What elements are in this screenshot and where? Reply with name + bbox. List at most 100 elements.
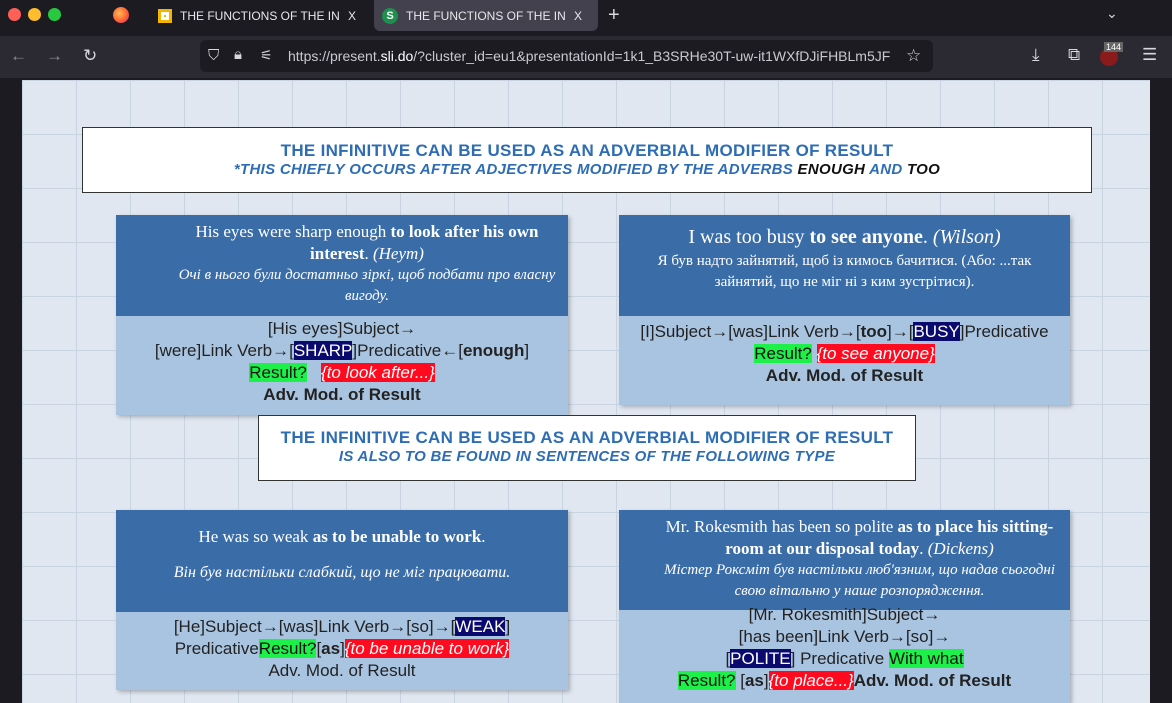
card-1-sentence: His eyes were sharp enough to look after… [116,215,568,316]
header-2-line-2: IS ALSO TO BE FOUND IN SENTENCES OF THE … [338,448,836,465]
downloads-icon[interactable]: ⤓ [1032,46,1040,63]
ukrainian-translation: Він був настільки слабкий, що не міг пра… [173,564,511,581]
minimize-window-button[interactable] [28,8,41,21]
adverb-word: too [860,322,887,341]
example-card-2: I was too busy to see anyone. (Wilson) Я… [619,215,1070,405]
url-domain: sli.do [380,48,414,64]
analysis-line: [His eyes]Subject→ [267,319,417,338]
slides-favicon-icon [158,8,172,23]
bookmark-star-icon[interactable]: ☆ [906,47,922,64]
keyword-too: TOO [906,161,941,178]
analysis-text: ]Predicative [959,322,1049,341]
forward-arrow-icon[interactable]: → [46,47,63,64]
analysis-text: ]Predicative←[ [352,341,463,360]
tab-bar: THE FUNCTIONS OF THE INFINI X S THE FUNC… [0,0,1172,32]
sentence-text: His eyes were sharp enough [195,222,391,241]
header-2-line-1: THE INFINITIVE CAN BE USED AS AN ADVERBI… [280,428,894,447]
sentence-text: Mr. Rokesmith has been so polite [665,517,898,536]
maximize-window-button[interactable] [48,8,61,21]
author: (Dickens) [927,539,994,558]
card-3-analysis: [He]Subject→[was]Link Verb→[so]→[WEAK] P… [116,612,568,684]
tab-title: THE FUNCTIONS OF THE INFINI [406,8,566,23]
sentence-text: . [919,539,928,558]
infinitive-phrase: {to see anyone} [816,344,935,363]
sentence-bold: to see anyone [809,226,923,248]
url-path: /?cluster_id=eu1&presentationId=1k1_B3SR… [413,48,891,64]
address-bar[interactable]: ⛉ 🔒︎ ⚟ https://present. sli.do/?cluster_i… [200,40,933,72]
keyword-enough: ENOUGH [797,161,866,178]
analysis-text: [ [735,671,745,690]
analysis-text: ] [524,341,530,360]
card-1-analysis: [His eyes]Subject→ [were]Link Verb→[SHAR… [116,316,568,408]
result-question: Result? [249,363,307,382]
analysis-text: [were]Link Verb→[ [154,341,294,360]
header-box-2: THE INFINITIVE CAN BE USED AS AN ADVERBI… [258,415,916,481]
header-1-line-2: *THIS CHIEFLY OCCURS AFTER ADJECTIVES MO… [233,161,798,178]
card-2-sentence: I was too busy to see anyone. (Wilson) Я… [619,215,1070,316]
function-label: Adv. Mod. of Result [853,671,1012,690]
nav-toolbar: ← → ↻ ⛉ 🔒︎ ⚟ https://present. sli.do/?clu… [0,36,1172,78]
card-4-analysis: [Mr. Rokesmith]Subject→ [has been]Link V… [619,602,1070,694]
sentence-text: . [481,527,486,546]
analysis-text: ]→[ [887,322,914,341]
predicative-word: WEAK [455,617,506,636]
card-3-sentence: He was so weak as to be unable to work. … [116,510,568,612]
close-window-button[interactable] [8,8,21,21]
tab-title: THE FUNCTIONS OF THE INFINI [180,8,340,23]
example-card-1: His eyes were sharp enough to look after… [116,215,568,415]
predicative-word: POLITE [730,649,791,668]
predicative-word: BUSY [913,322,960,341]
sentence-text: I was too busy [688,226,810,248]
function-label: Adv. Mod. of Result [268,661,416,680]
sentence-text: . [364,244,373,263]
infinitive-phrase: {to be unable to work} [344,639,510,658]
list-tabs-chevron-down-icon[interactable]: ⌄ [1106,6,1118,20]
author: (Wilson) [932,226,1001,248]
result-question: Result? [754,344,812,363]
analysis-line: [Mr. Rokesmith]Subject→ [748,605,941,624]
infinitive-phrase: {to look after...} [321,363,435,382]
tab-1[interactable]: THE FUNCTIONS OF THE INFINI X [150,0,364,31]
infinitive-phrase: {to place...} [768,671,854,690]
permissions-icon[interactable]: ⚟ [260,48,273,62]
as-word: as [321,639,341,658]
function-label: Adv. Mod. of Result [263,385,421,404]
sentence-bold: as to be unable to work [312,527,482,546]
example-card-4: Mr. Rokesmith has been so polite as to p… [619,510,1070,703]
analysis-text: [I]Subject→[was]Link Verb→[ [640,322,861,341]
tab-2[interactable]: S THE FUNCTIONS OF THE INFINI X [374,0,598,31]
header-1-and: AND [865,161,907,178]
analysis-text: ] [505,617,511,636]
header-box-1: THE INFINITIVE CAN BE USED AS AN ADVERBI… [82,127,1092,193]
slido-favicon-icon: S [382,7,398,24]
ukrainian-translation: Містер Роксміт був настільки люб'язним, … [664,562,1055,599]
card-4-sentence: Mr. Rokesmith has been so polite as to p… [619,510,1070,610]
lock-icon[interactable]: 🔒︎ [234,47,242,62]
tab-close-icon[interactable]: X [348,9,356,23]
adverb-word: enough [462,341,525,360]
example-card-3: He was so weak as to be unable to work. … [116,510,568,690]
back-arrow-icon[interactable]: ← [10,47,27,64]
url-prefix: https://present. [288,48,381,64]
with-what-label: With what [888,649,964,668]
firefox-icon[interactable] [113,7,129,23]
shield-icon[interactable]: ⛉ [208,48,219,63]
result-question: Result? [258,639,317,658]
extension-badge: 144 [1104,42,1124,52]
header-1-line-1: THE INFINITIVE CAN BE USED AS AN ADVERBI… [280,141,894,160]
result-question: Result? [677,671,736,690]
menu-hamburger-icon[interactable]: ☰ [1142,46,1157,63]
ukrainian-translation: Очі в нього були достатньо зіркі, щоб по… [178,267,556,304]
function-label: Adv. Mod. of Result [765,366,924,385]
as-word: as [744,671,764,690]
analysis-text: Predicative [174,639,259,658]
analysis-line: [has been]Link Verb→[so]→ [738,627,951,646]
sentence-text: . [922,226,933,248]
extensions-icon[interactable]: ⧉ [1068,46,1080,63]
slide-canvas: THE INFINITIVE CAN BE USED AS AN ADVERBI… [22,80,1150,703]
predicative-word: SHARP [293,341,353,360]
tab-close-icon[interactable]: X [574,9,582,23]
new-tab-button[interactable]: + [608,5,620,25]
analysis-text: [He]Subject→[was]Link Verb→[so]→[ [173,617,456,636]
reload-icon[interactable]: ↻ [83,47,97,64]
